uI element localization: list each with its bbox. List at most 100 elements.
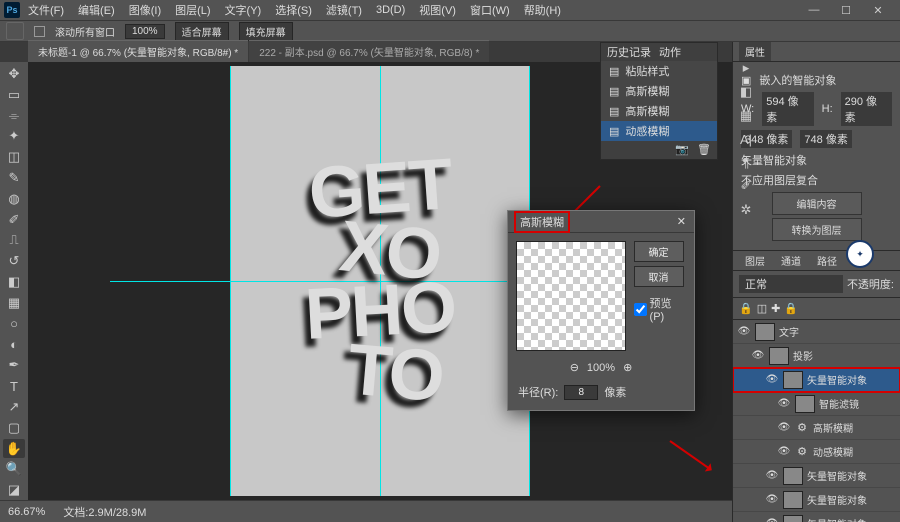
history-item[interactable]: ▤粘贴样式 (601, 61, 717, 81)
visibility-icon[interactable]: 👁 (737, 326, 751, 337)
brush-panel-icon[interactable]: ✐ (741, 178, 752, 194)
dialog-close-icon[interactable]: ✕ (677, 215, 686, 228)
edit-content-button[interactable]: 编辑内容 (772, 192, 862, 215)
radius-input[interactable] (564, 385, 598, 400)
app-logo: Ps (4, 2, 20, 18)
menu-file[interactable]: 文件(F) (22, 0, 70, 20)
path-tool-icon[interactable]: ↗ (3, 397, 25, 417)
zoom-tool-icon[interactable]: 🔍 (3, 459, 25, 479)
layer-row[interactable]: 👁⚙动感模糊 (733, 440, 900, 464)
zoom-in-icon[interactable]: ⊕ (623, 361, 632, 374)
menu-window[interactable]: 窗口(W) (464, 0, 516, 20)
visibility-icon[interactable]: 👁 (751, 350, 765, 361)
swatch-icon[interactable]: ◪ (3, 480, 25, 500)
layer-row[interactable]: 👁矢量智能对象 (733, 488, 900, 512)
paths-tab[interactable]: 路径 (811, 251, 843, 270)
blur-tool-icon[interactable]: ○ (3, 314, 25, 334)
channels-tab[interactable]: 通道 (775, 251, 807, 270)
history-item[interactable]: ▤高斯模糊 (601, 81, 717, 101)
fill-screen-button[interactable]: 填充屏幕 (239, 22, 293, 41)
ok-button[interactable]: 确定 (634, 241, 684, 262)
dodge-tool-icon[interactable]: ◐ (3, 335, 25, 355)
menu-select[interactable]: 选择(S) (269, 0, 318, 20)
layer-list: 👁文字👁投影👁矢量智能对象👁智能滤镜👁⚙高斯模糊👁⚙动感模糊👁矢量智能对象👁矢量… (733, 320, 900, 522)
color-icon[interactable]: ◧ (740, 84, 752, 100)
camera-icon[interactable]: 📷 (675, 143, 689, 157)
gradient-tool-icon[interactable]: ▦ (3, 293, 25, 313)
zoom-field[interactable]: 100% (125, 24, 165, 39)
minimize-icon[interactable]: — (802, 3, 826, 17)
layer-row[interactable]: 👁⚙高斯模糊 (733, 416, 900, 440)
brush-tool-icon[interactable]: ✐ (3, 210, 25, 230)
status-zoom[interactable]: 66.67% (8, 506, 45, 518)
visibility-icon[interactable]: 👁 (777, 422, 791, 433)
adjust-icon[interactable]: ✲ (741, 202, 752, 218)
pen-tool-icon[interactable]: ✒ (3, 355, 25, 375)
document-canvas[interactable]: GET XO PHO TO (230, 66, 530, 496)
layer-row[interactable]: 👁 文字 (733, 320, 900, 344)
zoom-out-icon[interactable]: ⊖ (570, 361, 579, 374)
heal-tool-icon[interactable]: ◍ (3, 189, 25, 209)
collapsed-panel-icons: ▸ ◧ ▦ A| ¶ ✐ ✲ (732, 42, 760, 282)
play-icon[interactable]: ▸ (743, 60, 750, 76)
gaussian-blur-dialog: 高斯模糊✕ 确定 取消 预览(P) ⊖100%⊕ 半径(R):像素 (507, 210, 695, 411)
eyedropper-tool-icon[interactable]: ✎ (3, 168, 25, 188)
dialog-title: 高斯模糊 (516, 213, 568, 231)
menu-view[interactable]: 视图(V) (413, 0, 462, 20)
menu-edit[interactable]: 编辑(E) (72, 0, 121, 20)
type-tool-icon[interactable]: T (3, 376, 25, 396)
eraser-tool-icon[interactable]: ◧ (3, 272, 25, 292)
visibility-icon[interactable]: 👁 (777, 398, 791, 409)
history-brush-icon[interactable]: ↺ (3, 251, 25, 271)
layer-thumbnail (783, 467, 803, 485)
history-panel: 历史记录动作 ▤粘贴样式 ▤高斯模糊 ▤高斯模糊 ▤动感模糊 📷 🗑 (600, 42, 718, 160)
fit-screen-button[interactable]: 适合屏幕 (175, 22, 229, 41)
menu-help[interactable]: 帮助(H) (518, 0, 567, 20)
stamp-tool-icon[interactable]: ⎍ (3, 231, 25, 251)
layer-row[interactable]: 👁投影 (733, 344, 900, 368)
scroll-all-checkbox[interactable] (34, 26, 45, 37)
lasso-tool-icon[interactable]: ⌯ (3, 106, 25, 126)
menu-3d[interactable]: 3D(D) (370, 2, 411, 18)
menu-type[interactable]: 文字(Y) (219, 0, 268, 20)
para-icon[interactable]: ¶ (743, 155, 750, 170)
close-icon[interactable]: ✕ (866, 3, 890, 17)
layer-name: 动感模糊 (813, 444, 896, 459)
layer-row[interactable]: 👁矢量智能对象 (733, 464, 900, 488)
actions-tab[interactable]: 动作 (659, 44, 681, 60)
cancel-button[interactable]: 取消 (634, 266, 684, 287)
move-tool-icon[interactable]: ✥ (3, 64, 25, 84)
visibility-icon[interactable]: 👁 (765, 494, 779, 505)
marquee-tool-icon[interactable]: ▭ (3, 85, 25, 105)
visibility-icon[interactable]: 👁 (765, 374, 779, 385)
layer-name: 文字 (779, 324, 896, 339)
tab-active[interactable]: 未标题-1 @ 66.7% (矢量智能对象, RGB/8#) * (28, 40, 248, 62)
history-item[interactable]: ▤动感模糊 (601, 121, 717, 141)
shape-tool-icon[interactable]: ▢ (3, 418, 25, 438)
layer-name: 智能滤镜 (819, 396, 896, 411)
visibility-icon[interactable]: 👁 (765, 470, 779, 481)
tool-preset-icon[interactable] (6, 22, 24, 40)
preview-checkbox[interactable] (634, 303, 647, 316)
layer-thumbnail (783, 371, 803, 389)
layer-row[interactable]: 👁 智能滤镜 (733, 392, 900, 416)
char-icon[interactable]: A| (740, 132, 752, 147)
layer-row[interactable]: 👁矢量智能对象 (733, 368, 900, 392)
convert-button[interactable]: 转换为图层 (772, 218, 862, 241)
wand-tool-icon[interactable]: ✦ (3, 126, 25, 146)
trash-icon[interactable]: 🗑 (697, 143, 711, 157)
hand-tool-icon[interactable]: ✋ (3, 439, 25, 459)
menu-layer[interactable]: 图层(L) (169, 0, 216, 20)
crop-tool-icon[interactable]: ◫ (3, 147, 25, 167)
history-tab[interactable]: 历史记录 (607, 44, 651, 60)
visibility-icon[interactable]: 👁 (777, 446, 791, 457)
tab-inactive[interactable]: 222 - 副本.psd @ 66.7% (矢量智能对象, RGB/8) * (249, 40, 489, 62)
menu-filter[interactable]: 滤镜(T) (320, 0, 368, 20)
layer-name: 高斯模糊 (813, 420, 896, 435)
maximize-icon[interactable]: ☐ (834, 3, 858, 17)
history-item[interactable]: ▤高斯模糊 (601, 101, 717, 121)
swatches-icon[interactable]: ▦ (740, 108, 752, 124)
visibility-icon[interactable]: 👁 (765, 518, 779, 522)
layer-row[interactable]: 👁矢量智能对象 (733, 512, 900, 522)
menu-image[interactable]: 图像(I) (123, 0, 167, 20)
